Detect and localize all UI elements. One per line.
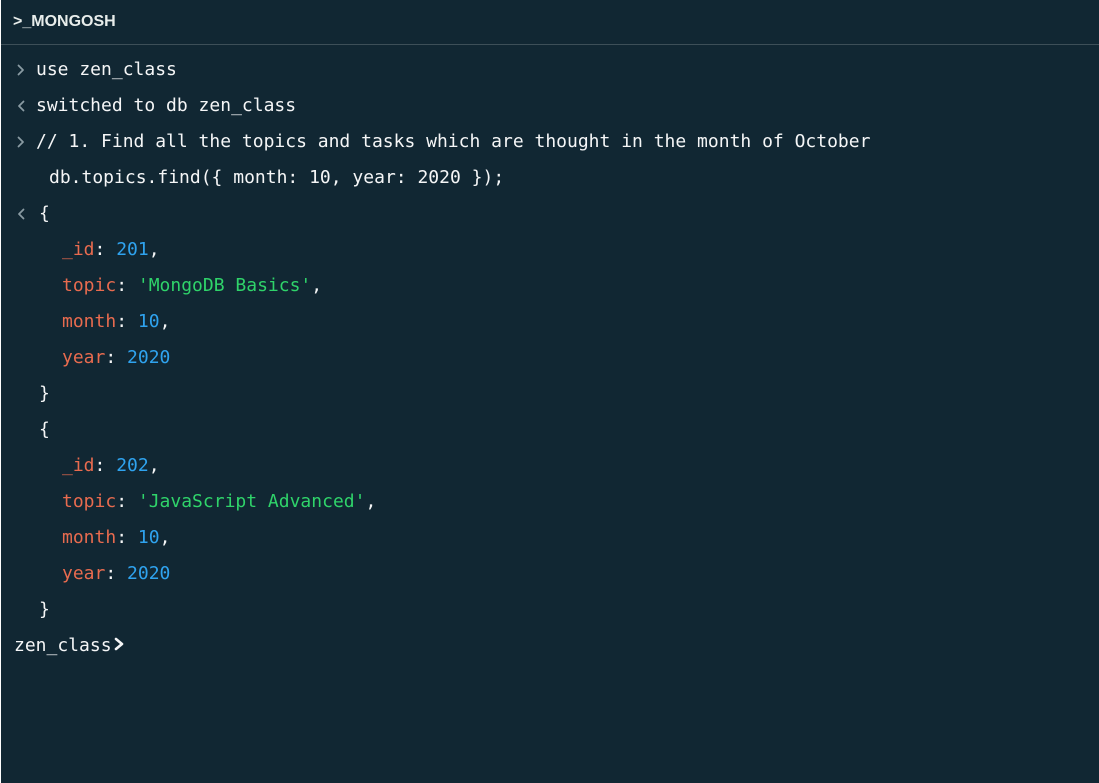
document-open-brace: { — [39, 419, 50, 440]
document-field: _id: 201, — [62, 239, 160, 260]
document-field: year: 2020 — [62, 563, 171, 584]
chevron-right-bold-icon — [114, 628, 125, 664]
mongosh-window: >_MONGOSH use zen_class switched to db z… — [1, 0, 1099, 783]
output-line: } — [1, 376, 1099, 412]
document-close-brace: } — [39, 599, 50, 620]
command-comment: // 1. Find all the topics and tasks whic… — [36, 131, 871, 152]
document-close-brace: } — [39, 383, 50, 404]
field-value-number: 2020 — [127, 563, 171, 584]
shell-title: >_MONGOSH — [13, 13, 116, 30]
output-line: switched to db zen_class — [1, 88, 1099, 124]
document-field: month: 10, — [62, 527, 171, 548]
input-line: // 1. Find all the topics and tasks whic… — [1, 124, 1099, 160]
field-key: month — [62, 311, 117, 332]
document-field: year: 2020 — [62, 347, 171, 368]
field-value-string: 'JavaScript Advanced' — [137, 491, 366, 512]
document-open-brace: { — [39, 203, 50, 224]
field-key: year — [62, 563, 106, 584]
output-line: { — [1, 196, 1099, 232]
field-key: month — [62, 527, 117, 548]
chevron-left-icon — [14, 196, 28, 232]
output-line: { — [1, 412, 1099, 448]
output-line: } — [1, 592, 1099, 628]
shell-prompt[interactable]: zen_class — [1, 628, 1099, 664]
shell-output-area[interactable]: use zen_class switched to db zen_class /… — [1, 52, 1099, 783]
field-value-number: 10 — [137, 527, 160, 548]
field-key: topic — [62, 491, 117, 512]
field-value-number: 201 — [116, 239, 149, 260]
field-value-number: 2020 — [127, 347, 171, 368]
prompt-db-name: zen_class — [14, 635, 112, 656]
input-line: use zen_class — [1, 52, 1099, 88]
field-key: topic — [62, 275, 117, 296]
output-text: switched to db zen_class — [36, 95, 297, 116]
command-text: db.topics.find({ month: 10, year: 2020 }… — [49, 167, 505, 188]
input-continuation-line: db.topics.find({ month: 10, year: 2020 }… — [1, 160, 1099, 196]
command-text: use zen_class — [36, 59, 177, 80]
field-value-string: 'MongoDB Basics' — [137, 275, 312, 296]
document-field: topic: 'JavaScript Advanced', — [62, 491, 377, 512]
field-value-number: 10 — [137, 311, 160, 332]
field-key: _id — [62, 239, 95, 260]
chevron-left-icon — [14, 88, 28, 124]
chevron-right-icon — [14, 124, 28, 160]
document-field: topic: 'MongoDB Basics', — [62, 275, 323, 296]
field-key: _id — [62, 455, 95, 476]
field-key: year — [62, 347, 106, 368]
document-field: _id: 202, — [62, 455, 160, 476]
shell-titlebar: >_MONGOSH — [1, 0, 1099, 45]
chevron-right-icon — [14, 52, 28, 88]
document-field: month: 10, — [62, 311, 171, 332]
field-value-number: 202 — [116, 455, 149, 476]
